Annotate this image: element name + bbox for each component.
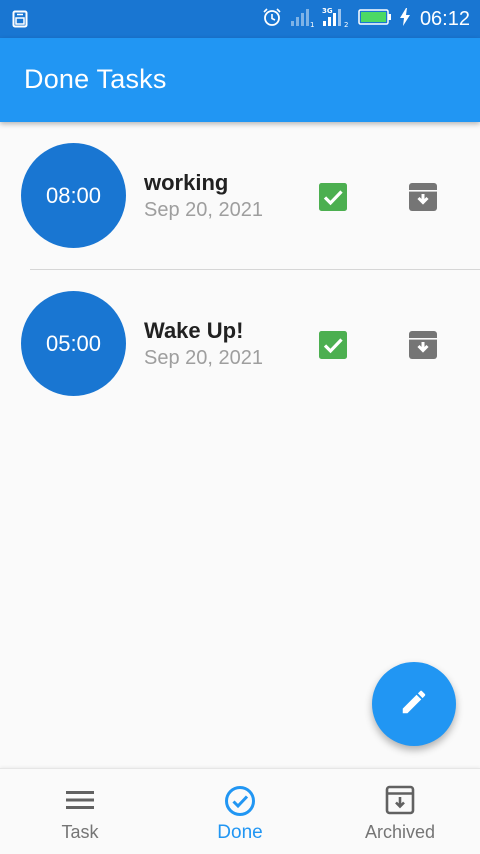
task-date: Sep 20, 2021 xyxy=(144,199,263,221)
task-item[interactable]: 05:00 Wake Up! Sep 20, 2021 xyxy=(0,270,480,418)
nav-tab-archived[interactable]: Archived xyxy=(320,769,480,854)
checkbox-checked-icon[interactable] xyxy=(318,330,348,360)
edit-fab-button[interactable] xyxy=(372,662,456,746)
charging-icon xyxy=(399,7,410,31)
nav-tab-task[interactable]: Task xyxy=(0,769,160,854)
task-title: working xyxy=(144,170,229,195)
archive-icon[interactable] xyxy=(408,330,438,360)
nav-tab-label: Task xyxy=(61,822,99,842)
alarm-icon xyxy=(262,7,282,32)
task-date: Sep 20, 2021 xyxy=(144,347,263,369)
pencil-icon xyxy=(399,687,429,722)
svg-text:3G: 3G xyxy=(322,7,333,15)
task-title: Wake Up! xyxy=(144,318,244,343)
bottom-navigation: Task Done Archived xyxy=(0,768,480,854)
task-item[interactable]: 08:00 working Sep 20, 2021 xyxy=(0,122,480,270)
page-title: Done Tasks xyxy=(24,64,167,94)
task-time: 08:00 xyxy=(45,182,102,208)
nav-tab-done[interactable]: Done xyxy=(160,769,320,854)
app-bar: Done Tasks xyxy=(0,38,480,122)
task-list: 08:00 working Sep 20, 2021 05:00 Wake Up… xyxy=(0,122,480,418)
svg-text:2: 2 xyxy=(344,21,348,28)
signal-sim1-icon: 1 xyxy=(290,6,314,33)
status-time: 06:12 xyxy=(419,7,470,30)
task-time-circle: 08:00 xyxy=(21,143,126,248)
checkbox-checked-icon[interactable] xyxy=(318,182,348,212)
nav-tab-label: Done xyxy=(217,822,263,843)
nav-tab-label: Archived xyxy=(364,822,436,842)
svg-text:1: 1 xyxy=(310,21,314,28)
task-time-circle: 05:00 xyxy=(21,291,126,396)
signal-sim2-3g-icon: 3G 2 xyxy=(322,6,350,33)
status-bar: 1 3G 2 06:12 xyxy=(0,0,480,38)
battery-icon xyxy=(358,8,392,30)
task-time: 05:00 xyxy=(45,330,102,356)
archive-icon[interactable] xyxy=(408,182,438,212)
sim-toolkit-icon xyxy=(12,10,28,33)
